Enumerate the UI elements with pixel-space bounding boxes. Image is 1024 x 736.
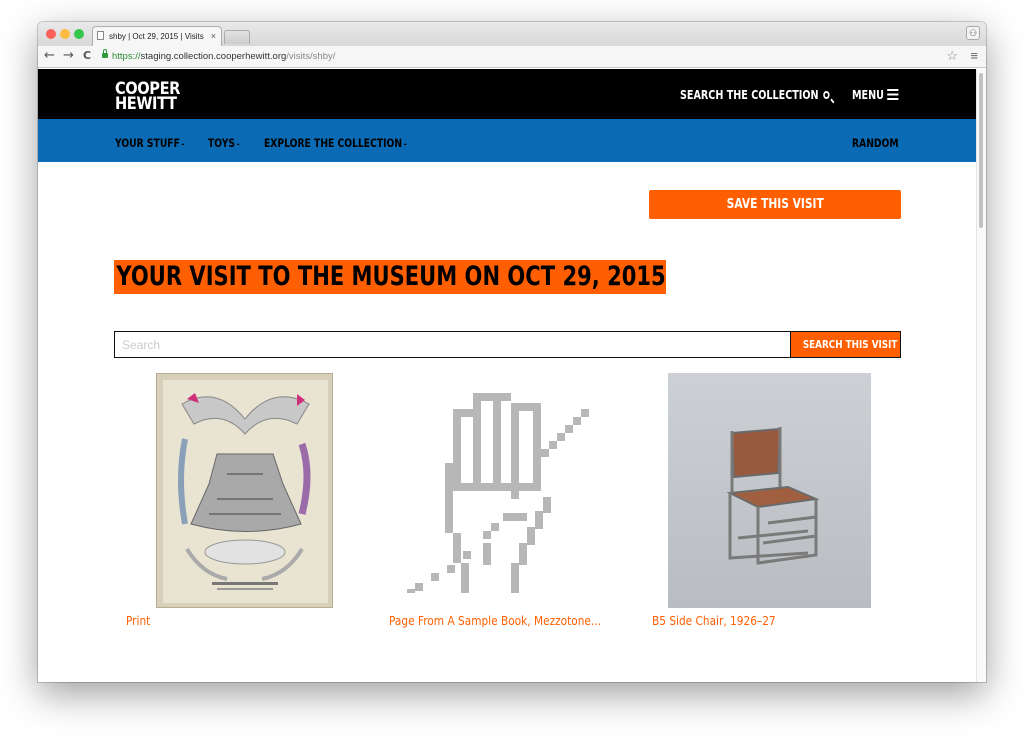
search-visit-button[interactable]: SEARCH THIS VISIT: [790, 331, 901, 358]
tab-strip: shby | Oct 29, 2015 | Visits × ⚇: [38, 22, 986, 46]
menu-button[interactable]: MENU: [852, 88, 899, 102]
save-visit-button[interactable]: SAVE THIS VISIT: [649, 190, 901, 219]
scrollbar-thumb[interactable]: [979, 73, 983, 228]
nav-item-toys[interactable]: TOYS -: [208, 136, 240, 150]
forward-icon[interactable]: →: [63, 48, 74, 64]
browser-tab[interactable]: shby | Oct 29, 2015 | Visits ×: [92, 26, 222, 46]
object-caption[interactable]: B5 Side Chair, 1926–27: [652, 614, 776, 628]
fashion-plate-image[interactable]: [156, 373, 333, 608]
tab-close-icon[interactable]: ×: [211, 27, 216, 46]
back-icon[interactable]: ←: [44, 48, 55, 64]
nav-item-label: TOYS: [208, 136, 236, 150]
search-collection-link[interactable]: SEARCH THE COLLECTION: [680, 88, 830, 102]
menu-label: MENU: [852, 88, 884, 102]
nav-item-label: EXPLORE THE COLLECTION: [264, 136, 403, 150]
reload-icon[interactable]: C: [83, 48, 91, 64]
nav-item-random[interactable]: RANDOM: [852, 136, 899, 150]
url-path: /visits/shby/: [286, 51, 336, 62]
lock-icon: [102, 49, 108, 58]
profile-icon[interactable]: ⚇: [966, 26, 980, 40]
nav-item-label: YOUR STUFF: [115, 136, 180, 150]
visit-search: SEARCH THIS VISIT: [114, 331, 901, 358]
pixel-hand-icon: [403, 393, 593, 593]
page-viewport: COOPER HEWITT SEARCH THE COLLECTION MENU…: [38, 69, 986, 682]
search-collection-label: SEARCH THE COLLECTION: [680, 88, 819, 102]
object-caption[interactable]: Page From A Sample Book, Mezzotone...: [389, 614, 601, 628]
nav-item-explore-collection[interactable]: EXPLORE THE COLLECTION -: [264, 136, 407, 150]
page-title: YOUR VISIT TO THE MUSEUM ON OCT 29, 2015: [114, 260, 666, 294]
search-visit-label: SEARCH THIS VISIT: [802, 338, 898, 351]
tab-title: shby | Oct 29, 2015 | Visits: [109, 32, 204, 41]
hamburger-icon: [887, 89, 899, 100]
bookmark-star-icon[interactable]: ☆: [946, 48, 958, 64]
browser-toolbar: ← → C https://staging.collection.cooperh…: [38, 46, 986, 68]
dropdown-caret-icon: -: [236, 140, 240, 150]
search-icon: [823, 91, 830, 99]
zoom-window-button[interactable]: [74, 29, 84, 39]
page-scrollbar[interactable]: [976, 69, 986, 682]
page-title-text: YOUR VISIT TO THE MUSEUM ON OCT 29, 2015: [116, 261, 666, 292]
page-icon: [97, 31, 104, 40]
browser-window: shby | Oct 29, 2015 | Visits × ⚇ ← → C h…: [38, 22, 986, 682]
site-header: COOPER HEWITT SEARCH THE COLLECTION MENU: [38, 69, 977, 119]
close-window-button[interactable]: [46, 29, 56, 39]
dropdown-caret-icon: -: [403, 140, 407, 150]
logo-line-2: HEWITT: [115, 94, 177, 114]
new-tab-button[interactable]: [224, 30, 250, 44]
dropdown-caret-icon: -: [181, 140, 185, 150]
address-bar[interactable]: https://staging.collection.cooperhewitt.…: [102, 49, 938, 64]
nav-item-your-stuff[interactable]: YOUR STUFF -: [115, 136, 184, 150]
url-scheme: https://: [112, 51, 141, 62]
cooper-hewitt-logo[interactable]: COOPER HEWITT: [115, 81, 180, 114]
browser-menu-icon[interactable]: ≡: [970, 49, 978, 63]
save-visit-label: SAVE THIS VISIT: [726, 197, 824, 212]
site-nav: YOUR STUFF - TOYS - EXPLORE THE COLLECTION…: [38, 119, 977, 162]
object-caption[interactable]: Print: [126, 614, 150, 628]
url-host: staging.collection.cooperhewitt.org: [140, 51, 287, 62]
chair-image[interactable]: [668, 373, 871, 608]
minimize-window-button[interactable]: [60, 29, 70, 39]
search-input[interactable]: [114, 331, 790, 358]
